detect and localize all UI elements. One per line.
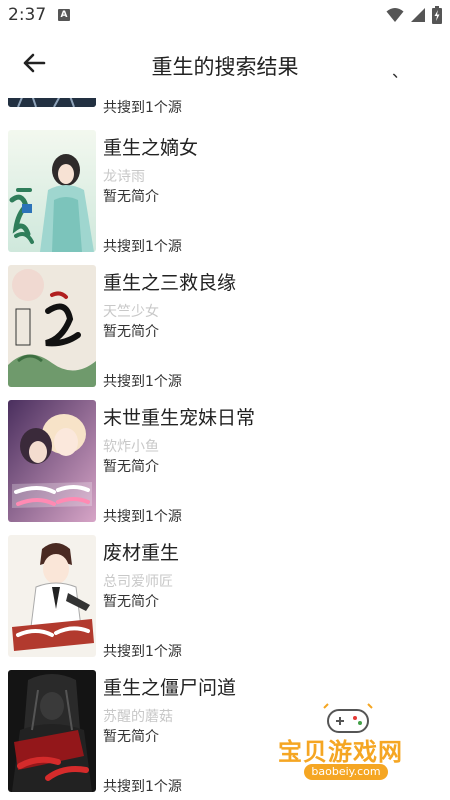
search-results-screen: 2:37 A 重生的搜索结果 、 共搜到1个源 重生之嫡女 龙诗雨 暂无简介 共… <box>0 0 450 800</box>
book-description: 暂无简介 <box>103 729 159 745</box>
cellular-signal-icon <box>410 7 426 27</box>
watermark-overlay: 宝贝游戏网 baobeiy.com <box>272 702 422 794</box>
status-bar: 2:37 A <box>0 0 450 32</box>
book-cover <box>8 98 96 107</box>
book-item[interactable]: 废材重生 总司爱师匠 暂无简介 共搜到1个源 <box>0 535 450 665</box>
page-title: 重生的搜索结果 <box>151 55 299 79</box>
search-results-list[interactable]: 共搜到1个源 重生之嫡女 龙诗雨 暂无简介 共搜到1个源 重生之三救良缘 天竺少… <box>0 98 450 800</box>
book-author: 软炸小鱼 <box>103 439 159 455</box>
book-description: 暂无简介 <box>103 594 159 610</box>
book-source-count: 共搜到1个源 <box>103 374 182 390</box>
book-item[interactable]: 末世重生宠妹日常 软炸小鱼 暂无简介 共搜到1个源 <box>0 400 450 530</box>
book-item[interactable]: 重生之三救良缘 天竺少女 暂无简介 共搜到1个源 <box>0 265 450 395</box>
book-source-count: 共搜到1个源 <box>103 100 182 116</box>
book-title: 重生之嫡女 <box>103 137 199 159</box>
book-cover <box>8 265 96 387</box>
book-source-count: 共搜到1个源 <box>103 239 182 255</box>
watermark-url: baobeiy.com <box>304 764 388 780</box>
book-title: 重生之僵尸问道 <box>103 677 237 699</box>
book-cover <box>8 670 96 792</box>
battery-charging-icon <box>432 6 442 28</box>
status-time: 2:37 <box>8 5 47 25</box>
book-item[interactable]: 重生之嫡女 龙诗雨 暂无简介 共搜到1个源 <box>0 130 450 260</box>
a-notification-icon: A <box>58 9 70 21</box>
header-menu-mark[interactable]: 、 <box>392 58 408 82</box>
book-source-count: 共搜到1个源 <box>103 644 182 660</box>
book-description: 暂无简介 <box>103 189 159 205</box>
book-description: 暂无简介 <box>103 459 159 475</box>
app-header: 重生的搜索结果 、 <box>0 32 450 98</box>
status-icons <box>386 6 442 28</box>
book-item[interactable]: 共搜到1个源 <box>0 98 450 116</box>
book-title: 废材重生 <box>103 542 180 564</box>
book-cover <box>8 535 96 657</box>
book-author: 龙诗雨 <box>103 169 145 185</box>
book-description: 暂无简介 <box>103 324 159 340</box>
wifi-icon <box>386 7 404 27</box>
book-author: 总司爱师匠 <box>103 574 173 590</box>
book-author: 天竺少女 <box>103 304 159 320</box>
book-title: 重生之三救良缘 <box>103 272 237 294</box>
watermark-text: 宝贝游戏网 <box>278 738 403 766</box>
book-title: 末世重生宠妹日常 <box>103 407 256 429</box>
book-source-count: 共搜到1个源 <box>103 779 182 795</box>
book-author: 苏醒的蘑菇 <box>103 709 173 725</box>
book-source-count: 共搜到1个源 <box>103 509 182 525</box>
book-cover <box>8 400 96 522</box>
book-cover <box>8 130 96 252</box>
